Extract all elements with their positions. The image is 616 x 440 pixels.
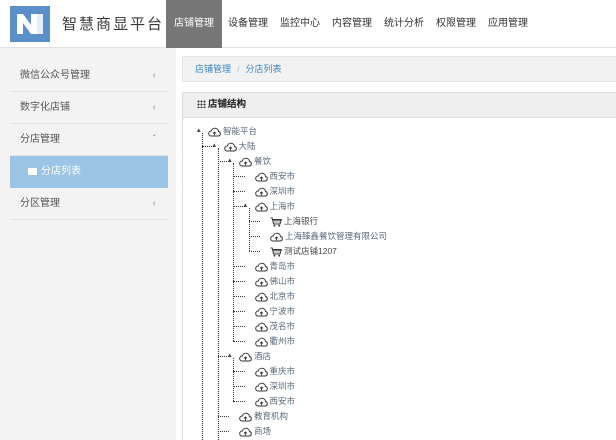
chevron-left-icon: ‹ [152, 198, 156, 209]
tree-node-label: 教育机构 [254, 411, 289, 421]
breadcrumb-item[interactable]: 店铺管理 [195, 64, 231, 74]
nav-permission-management[interactable]: 权限管理 [430, 0, 482, 48]
main-nav: 店铺管理 设备管理 监控中心 内容管理 统计分析 权限管理 应用管理 [166, 0, 534, 48]
cloud-icon [254, 201, 270, 212]
panel-header: 店铺结构 [183, 93, 616, 118]
nav-monitoring-center[interactable]: 监控中心 [274, 0, 326, 48]
tree-node-label: 上海市 [269, 201, 296, 211]
tree-node-label: 深圳市 [269, 381, 296, 391]
tree-node[interactable]: 佛山市 [254, 274, 296, 288]
cloud-icon [254, 186, 270, 197]
tree-node-label: 茂名市 [269, 321, 296, 331]
tree-node-label: 餐饮 [254, 156, 272, 166]
tree-node[interactable]: 教育机构 [239, 409, 288, 423]
chevron-left-icon: ‹ [152, 102, 156, 113]
cloud-icon [239, 426, 254, 437]
tree-node-label: 宁波市 [269, 306, 296, 316]
tree-node-label: 智能平台 [223, 126, 258, 136]
tree-node-label: 商场 [254, 426, 272, 436]
nav-statistics[interactable]: 统计分析 [378, 0, 430, 48]
tree-node[interactable]: 上海市 [254, 199, 296, 213]
top-header: 智慧商显平台 店铺管理 设备管理 监控中心 内容管理 统计分析 权限管理 应用管… [0, 0, 616, 48]
tree-node-label: 大陆 [238, 141, 256, 151]
cloud-icon [254, 321, 270, 332]
cloud-icon [254, 261, 270, 272]
tree-node[interactable]: 西安市 [254, 394, 296, 408]
sidebar: 微信公众号管理 ‹ 数字化店铺 ‹ 分店管理 ˇ 分店列表 分区管理 ‹ [0, 48, 176, 440]
tree-node[interactable]: 大陆 [223, 139, 256, 153]
cloud-icon [254, 366, 270, 377]
tree-node[interactable]: 智能平台 [208, 124, 257, 138]
tree-node[interactable]: 北京市 [254, 289, 296, 303]
tree-node-label: 测试店铺1207 [284, 246, 337, 256]
nav-store-management[interactable]: 店铺管理 [166, 0, 222, 48]
grid-icon [197, 100, 206, 108]
tree-node[interactable]: 测试店铺1207 [270, 244, 337, 258]
cart-icon [270, 246, 284, 257]
tree-node[interactable]: 衢州市 [254, 334, 296, 348]
sidebar-item-label: 微信公众号管理 [20, 70, 90, 81]
panel-title: 店铺结构 [208, 99, 247, 110]
nav-content-management[interactable]: 内容管理 [326, 0, 378, 48]
logo [10, 6, 50, 42]
tree-node[interactable]: 青岛市 [254, 259, 296, 273]
tree-node[interactable]: 西安市 [254, 169, 296, 183]
cloud-icon [254, 336, 270, 347]
sidebar-item-wechat[interactable]: 微信公众号管理 ‹ [10, 60, 168, 92]
nav-device-management[interactable]: 设备管理 [222, 0, 274, 48]
sidebar-item-zone-management[interactable]: 分区管理 ‹ [10, 188, 168, 220]
tree-node[interactable]: 酒店 [239, 349, 271, 363]
sidebar-item-label: 数字化店铺 [20, 102, 70, 113]
cloud-icon [239, 156, 254, 167]
cloud-icon [254, 291, 270, 302]
list-icon [28, 167, 37, 175]
nav-app-management[interactable]: 应用管理 [482, 0, 534, 48]
sidebar-item-digital-store[interactable]: 数字化店铺 ‹ [10, 92, 168, 124]
sidebar-item-branch-management[interactable]: 分店管理 ˇ [10, 124, 168, 156]
cloud-icon [254, 306, 270, 317]
tree-node[interactable]: 餐饮 [239, 154, 271, 168]
chevron-down-icon: ˇ [152, 134, 156, 145]
tree-node[interactable]: 上海臻鑫餐饮管理有限公司 [270, 229, 387, 243]
cart-icon [270, 216, 284, 227]
tree-node-label: 佛山市 [269, 276, 296, 286]
tree-node-label: 深圳市 [269, 186, 296, 196]
tree-node-label: 上海臻鑫餐饮管理有限公司 [285, 231, 388, 241]
breadcrumb: 店铺管理 / 分店列表 [182, 56, 616, 82]
tree-node-label: 青岛市 [269, 261, 296, 271]
chevron-left-icon: ‹ [152, 70, 156, 81]
cloud-icon [254, 276, 270, 287]
cloud-icon [270, 231, 285, 242]
tree-node[interactable]: 宁波市 [254, 304, 296, 318]
tree-node-label: 衢州市 [269, 336, 296, 346]
tree-node-label: 酒店 [254, 351, 272, 361]
tree-node-label: 重庆市 [269, 366, 296, 376]
cloud-icon [254, 396, 270, 407]
cloud-icon [239, 411, 254, 422]
sidebar-item-label: 分区管理 [20, 198, 60, 209]
cloud-icon [254, 171, 270, 182]
tree-node[interactable]: 深圳市 [254, 184, 296, 198]
tree-node-label: 西安市 [269, 171, 296, 181]
breadcrumb-item[interactable]: 分店列表 [246, 64, 282, 74]
cloud-icon [239, 351, 254, 362]
cloud-icon [223, 141, 239, 152]
tree-node[interactable]: 商场 [239, 424, 271, 438]
cloud-icon [208, 126, 223, 137]
tree-node-label: 北京市 [269, 291, 296, 301]
tree-node[interactable]: 深圳市 [254, 379, 296, 393]
tree-node-label: 上海银行 [284, 216, 319, 226]
tree-node[interactable]: 茂名市 [254, 319, 296, 333]
logo-mark-icon [17, 14, 43, 34]
tree-node[interactable]: 上海银行 [270, 214, 318, 228]
sidebar-item-label: 分店管理 [20, 134, 60, 145]
cloud-icon [254, 381, 270, 392]
sidebar-item-branch-list[interactable]: 分店列表 [10, 156, 168, 188]
brand-name: 智慧商显平台 [62, 15, 165, 33]
sidebar-item-label: 分店列表 [41, 166, 81, 177]
tree-node[interactable]: 重庆市 [254, 364, 296, 378]
tree-node-label: 西安市 [269, 396, 296, 406]
